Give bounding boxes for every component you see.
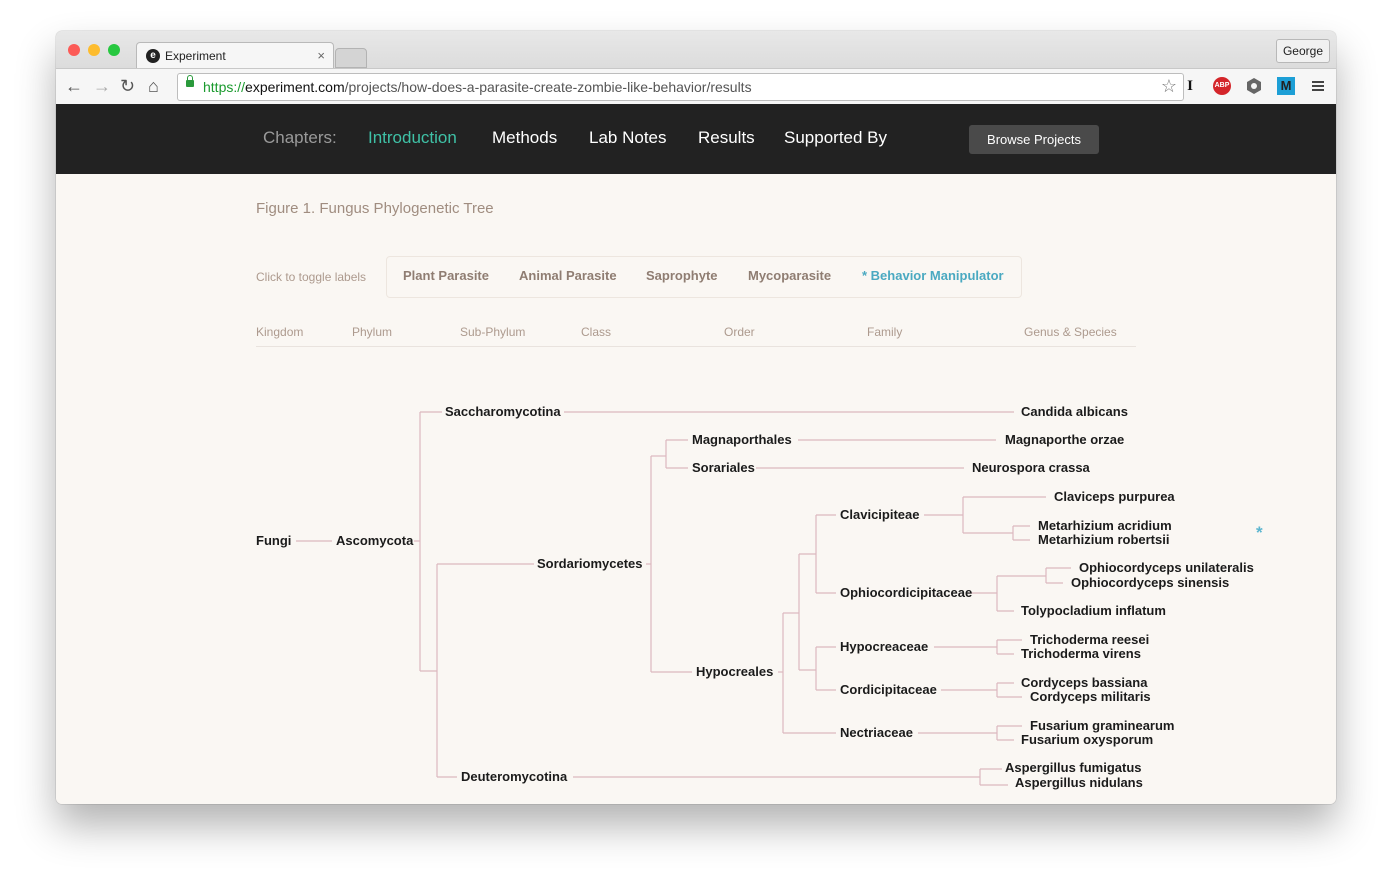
nav-methods[interactable]: Methods — [492, 128, 557, 148]
nav-lab-notes[interactable]: Lab Notes — [589, 128, 667, 148]
site-nav: Chapters: Introduction Methods Lab Notes… — [56, 104, 1336, 174]
reload-icon[interactable]: ↻ — [120, 75, 135, 97]
node-class: Sordariomycetes — [537, 556, 643, 571]
chapters-label: Chapters: — [263, 128, 337, 147]
lock-icon — [186, 75, 194, 87]
node-species: Trichoderma reesei — [1030, 632, 1150, 647]
url-text[interactable]: https://experiment.com/projects/how-does… — [203, 79, 752, 95]
url-scheme: https:// — [203, 79, 246, 95]
nav-supported-by[interactable]: Supported By — [784, 128, 887, 148]
extension-icon[interactable] — [1245, 77, 1263, 95]
minimize-window-icon[interactable] — [88, 44, 100, 56]
browse-projects-button[interactable]: Browse Projects — [969, 125, 1099, 154]
node-family: Clavicipiteae — [840, 507, 920, 522]
behavior-manipulator-marker: * — [1256, 523, 1263, 542]
node-family: Cordicipitaceae — [840, 682, 937, 697]
browser-window: e Experiment × George ← → ↻ ⌂ https://ex… — [56, 31, 1336, 804]
browser-tab[interactable]: e Experiment × — [136, 42, 334, 69]
node-species: Metarhizium robertsii — [1038, 532, 1170, 547]
node-species: Aspergillus nidulans — [1015, 775, 1143, 790]
node-species: Metarhizium acridium — [1038, 518, 1172, 533]
url-path: /projects/how-does-a-parasite-create-zom… — [344, 79, 752, 95]
results-content: Figure 1. Fungus Phylogenetic Tree Click… — [56, 174, 1336, 804]
node-species: Cordyceps militaris — [1030, 689, 1151, 704]
menu-icon[interactable] — [1309, 77, 1327, 95]
zoom-window-icon[interactable] — [108, 44, 120, 56]
forward-arrow-icon[interactable]: → — [93, 75, 111, 97]
node-family: Nectriaceae — [840, 725, 913, 740]
node-species: Fusarium oxysporum — [1021, 732, 1154, 747]
node-order: Hypocreales — [696, 664, 774, 679]
node-family: Hypocreaceae — [840, 639, 929, 654]
back-arrow-icon[interactable]: ← — [65, 75, 83, 97]
instapaper-icon[interactable]: I — [1181, 77, 1199, 95]
url-host: experiment.com — [245, 79, 345, 95]
browser-toolbar: ← → ↻ ⌂ https://experiment.com/projects/… — [56, 68, 1336, 106]
tab-close-icon[interactable]: × — [317, 48, 325, 63]
adblock-icon[interactable]: ABP — [1213, 77, 1231, 95]
tab-title: Experiment — [165, 49, 226, 63]
node-family: Ophiocordicipitaceae — [840, 585, 973, 600]
node-species: Fusarium graminearum — [1030, 718, 1175, 733]
tab-strip: e Experiment × George — [56, 31, 1336, 69]
close-window-icon[interactable] — [68, 44, 80, 56]
node-order: Sorariales — [692, 460, 755, 475]
address-bar[interactable]: https://experiment.com/projects/how-does… — [177, 73, 1184, 101]
node-kingdom: Fungi — [256, 533, 292, 548]
node-species: Claviceps purpurea — [1054, 489, 1175, 504]
experiment-favicon-icon: e — [146, 49, 160, 63]
node-species: Aspergillus fumigatus — [1005, 760, 1142, 775]
node-species: Ophiocordyceps unilateralis — [1079, 560, 1254, 575]
new-tab-button[interactable] — [335, 48, 367, 68]
node-species: Neurospora crassa — [972, 460, 1090, 475]
nav-introduction[interactable]: Introduction — [368, 128, 457, 148]
node-species: Candida albicans — [1021, 404, 1128, 419]
node-subphylum: Deuteromycotina — [461, 769, 568, 784]
node-species: Magnaporthe orzae — [1005, 432, 1125, 447]
m-extension-icon[interactable]: M — [1277, 77, 1295, 95]
node-phylum: Ascomycota — [336, 533, 414, 548]
node-species: Ophiocordyceps sinensis — [1071, 575, 1230, 590]
node-species: Cordyceps bassiana — [1021, 675, 1148, 690]
node-subphylum: Saccharomycotina — [445, 404, 561, 419]
node-species: Trichoderma virens — [1021, 646, 1141, 661]
nav-results[interactable]: Results — [698, 128, 755, 148]
node-species: Tolypocladium inflatum — [1021, 603, 1166, 618]
star-icon[interactable]: ☆ — [1161, 76, 1177, 97]
node-order: Magnaporthales — [692, 432, 792, 447]
home-icon[interactable]: ⌂ — [148, 75, 159, 97]
profile-button[interactable]: George — [1275, 39, 1330, 63]
